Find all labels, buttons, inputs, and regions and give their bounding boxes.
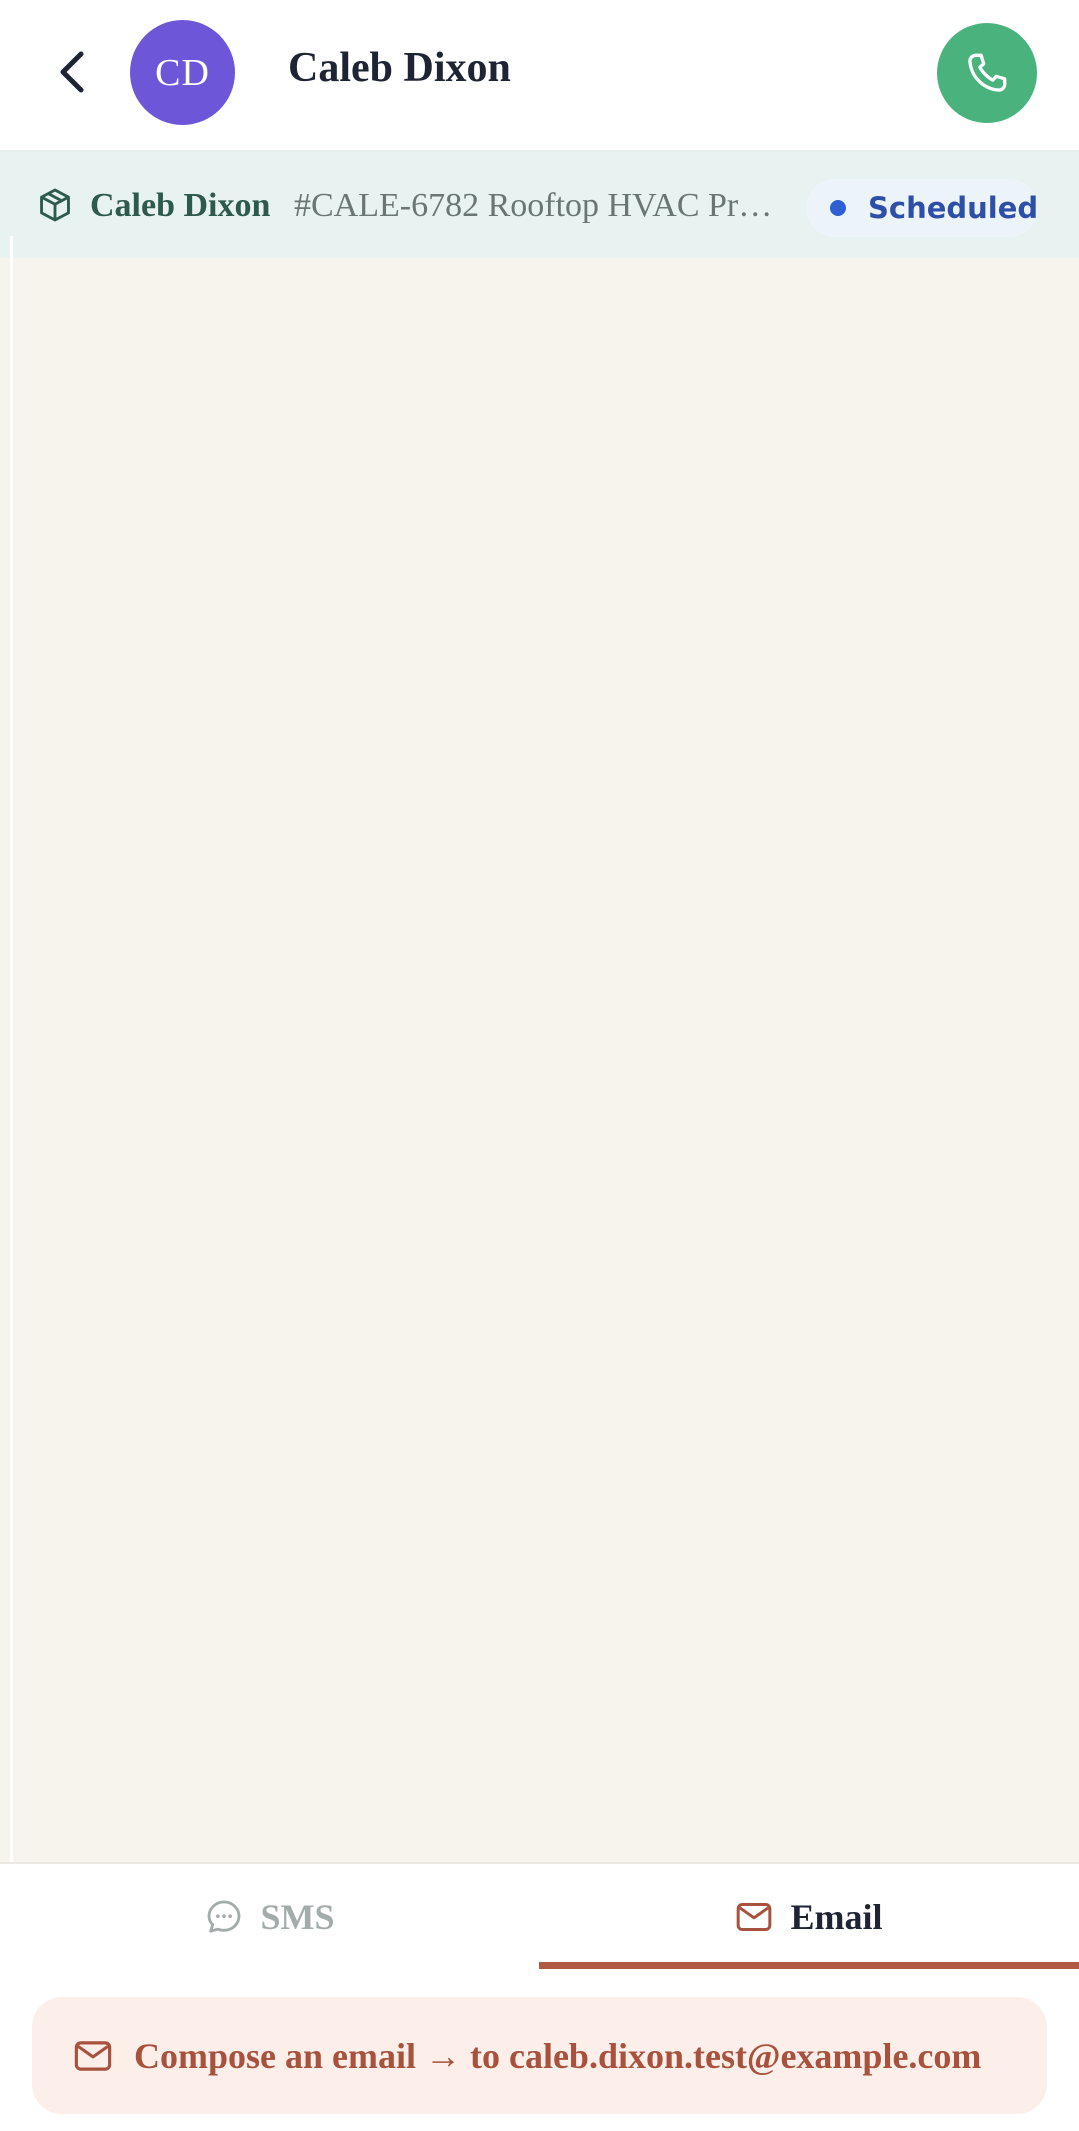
- status-badge: Scheduled: [806, 179, 1038, 237]
- avatar: CD: [130, 20, 235, 125]
- phone-icon: [968, 53, 1007, 92]
- app-screen: CD Caleb Dixon Caleb Dixon #CALE-6782 Ro…: [0, 0, 1079, 2131]
- active-tab-indicator: [539, 1962, 1079, 1969]
- conversation-header: CD Caleb Dixon: [0, 0, 1079, 152]
- chevron-left-icon: [60, 51, 84, 93]
- compose-email-label: Compose an email → to caleb.dixon.test@e…: [134, 2035, 982, 2076]
- job-customer-name: Caleb Dixon: [90, 187, 271, 224]
- status-dot-icon: [830, 200, 846, 216]
- tab-email[interactable]: Email: [539, 1864, 1078, 1970]
- scroll-indicator: [10, 236, 13, 1862]
- job-title: #CALE-6782 Rooftop HVAC Preventive Maint…: [294, 187, 784, 224]
- package-icon: [40, 188, 70, 222]
- message-thread[interactable]: [0, 258, 1079, 1862]
- mail-icon: [734, 1897, 774, 1937]
- tab-sms[interactable]: SMS: [0, 1864, 539, 1970]
- tab-sms-label: SMS: [260, 1897, 335, 1937]
- tab-email-label: Email: [790, 1897, 883, 1937]
- avatar-initials: CD: [155, 51, 210, 94]
- mail-icon: [72, 2035, 114, 2077]
- channel-tabs: SMS Email: [0, 1862, 1079, 1970]
- call-button[interactable]: [937, 23, 1037, 123]
- status-label: Scheduled: [868, 191, 1039, 225]
- back-button[interactable]: [44, 40, 100, 104]
- chat-bubble-icon: [204, 1897, 244, 1937]
- contact-name: Caleb Dixon: [288, 45, 511, 91]
- compose-email-button[interactable]: Compose an email → to caleb.dixon.test@e…: [32, 1997, 1047, 2114]
